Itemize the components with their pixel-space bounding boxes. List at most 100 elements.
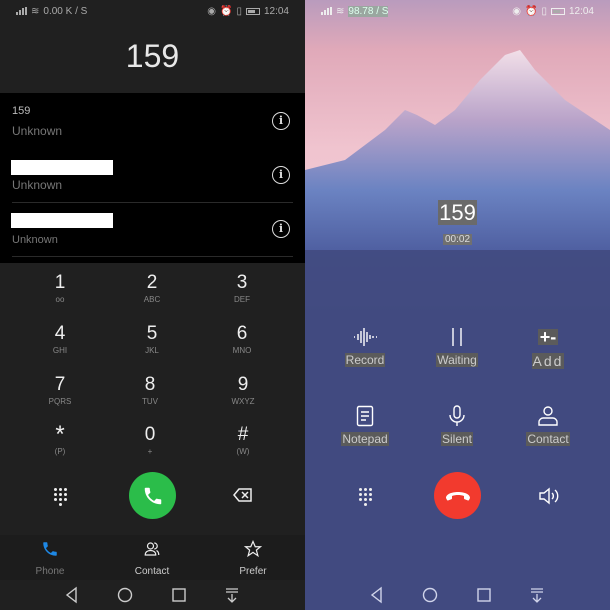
key-letters: (W) (236, 447, 250, 456)
key-digit: 4 (54, 323, 66, 344)
tab-label: Phone (35, 566, 65, 577)
key-star[interactable]: * (P) (20, 421, 100, 457)
dialer-screen: ≋ 0.00 K / S ◉ ⏰ ▯ 12:04 159 159 Unknown… (0, 0, 305, 610)
key-digit: 8 (144, 374, 156, 395)
key-digit: 0 (144, 424, 156, 445)
call-number: 159 (12, 105, 31, 117)
action-label: Record (344, 353, 386, 367)
microphone-icon (449, 405, 465, 426)
home-icon[interactable] (116, 586, 134, 604)
caller-number: 159 (305, 200, 610, 226)
redacted-number (11, 213, 113, 228)
phone-icon (43, 542, 57, 556)
key-digit: 7 (54, 374, 66, 395)
vibrate-icon: ▯ (236, 5, 242, 17)
phone-icon (144, 487, 161, 504)
clock: 12:04 (263, 5, 289, 17)
key-hash[interactable]: # (W) (203, 424, 283, 456)
keypad-icon[interactable] (359, 488, 372, 506)
mountain-wallpaper (305, 0, 610, 330)
voicemail-icon: oo (55, 295, 65, 304)
key-letters: GHI (52, 346, 68, 355)
key-9[interactable]: 9 WXYZ (203, 374, 283, 406)
network-speed: 0.00 K / S (43, 5, 88, 17)
key-0[interactable]: 0 + (110, 424, 190, 456)
key-5[interactable]: 5 JKL (112, 323, 192, 355)
contact-icon (538, 406, 558, 426)
alarm-icon: ⏰ (220, 5, 233, 17)
in-call-screen: ≋ 98.78 / S ◉ ⏰ ▯ 12:04 159 00:02 Record… (305, 0, 610, 610)
call-list-item[interactable]: 159 Unknown i (0, 93, 305, 147)
divider (12, 256, 293, 257)
backspace-icon[interactable] (233, 488, 253, 502)
back-icon[interactable] (368, 586, 386, 604)
key-letters: WXYZ (231, 397, 255, 406)
dialed-number[interactable]: 159 (0, 38, 305, 75)
key-4[interactable]: 4 GHI (20, 323, 100, 355)
key-3[interactable]: 3 DEF (202, 272, 282, 304)
alarm-icon: ⏰ (525, 5, 538, 17)
hide-keypad-icon[interactable] (54, 488, 67, 506)
call-label: Unknown (12, 178, 63, 192)
notification-pull-icon[interactable] (223, 586, 241, 604)
key-1[interactable]: 1 oo (20, 272, 100, 304)
tab-contact[interactable]: Contact (117, 540, 187, 577)
key-6[interactable]: 6 MNO (202, 323, 282, 355)
action-label: Waiting (436, 353, 478, 367)
key-2[interactable]: 2 ABC (112, 272, 192, 304)
speaker-icon[interactable] (538, 486, 560, 506)
key-digit: 6 (236, 323, 248, 344)
notification-pull-icon[interactable] (528, 586, 546, 604)
key-8[interactable]: 8 TUV (110, 374, 190, 406)
network-speed: 98.78 / S (348, 5, 389, 17)
key-digit: 2 (146, 272, 158, 293)
notepad-button[interactable]: Notepad (320, 404, 410, 448)
recents-icon[interactable] (170, 586, 188, 604)
call-button[interactable] (129, 472, 176, 519)
redacted-number (11, 160, 113, 175)
tab-label: Contact (134, 566, 170, 577)
key-digit: 9 (237, 374, 249, 395)
notepad-icon (356, 405, 374, 427)
home-icon[interactable] (421, 586, 439, 604)
call-duration-text: 00:02 (442, 234, 473, 245)
waiting-button[interactable]: Waiting (412, 325, 502, 369)
info-icon[interactable]: i (272, 112, 290, 130)
key-letters: (P) (54, 447, 66, 456)
record-button[interactable]: Record (320, 325, 410, 369)
caller-number-text: 159 (438, 200, 477, 225)
recent-calls-list: 159 Unknown i Unknown i Unknown i (0, 93, 305, 263)
key-digit: * (55, 421, 65, 448)
silent-button[interactable]: Silent (412, 404, 502, 448)
key-letters: ABC (143, 295, 161, 304)
eye-icon: ◉ (207, 5, 216, 17)
tab-prefer[interactable]: Prefer (218, 539, 288, 577)
navigation-bar (0, 580, 305, 610)
call-list-item[interactable]: Unknown i (0, 203, 305, 257)
tab-phone[interactable]: Phone (15, 540, 85, 577)
end-call-button[interactable] (434, 472, 481, 519)
call-label: Unknown (12, 124, 63, 138)
contact-button[interactable]: Contact (503, 404, 593, 448)
call-list-item[interactable]: Unknown i (0, 148, 305, 202)
battery-icon (245, 7, 260, 15)
recents-icon[interactable] (475, 586, 493, 604)
add-button[interactable]: +- Add (503, 325, 593, 371)
key-7[interactable]: 7 PQRS (20, 374, 100, 406)
info-icon[interactable]: i (272, 220, 290, 238)
call-duration: 00:02 (305, 229, 610, 247)
vibrate-icon: ▯ (541, 5, 547, 17)
contacts-icon (144, 542, 160, 556)
wifi-icon: ≋ (31, 5, 40, 17)
eye-icon: ◉ (512, 5, 521, 17)
hang-up-icon (445, 491, 470, 500)
signal-icon (321, 7, 332, 15)
info-icon[interactable]: i (272, 166, 290, 184)
key-letters: JKL (145, 346, 159, 355)
key-letters: TUV (142, 397, 158, 406)
bottom-tab-bar: Phone Contact Prefer (0, 535, 305, 580)
key-letters: PQRS (48, 397, 72, 406)
back-icon[interactable] (63, 586, 81, 604)
key-digit: 5 (146, 323, 158, 344)
key-digit: 3 (236, 272, 248, 293)
